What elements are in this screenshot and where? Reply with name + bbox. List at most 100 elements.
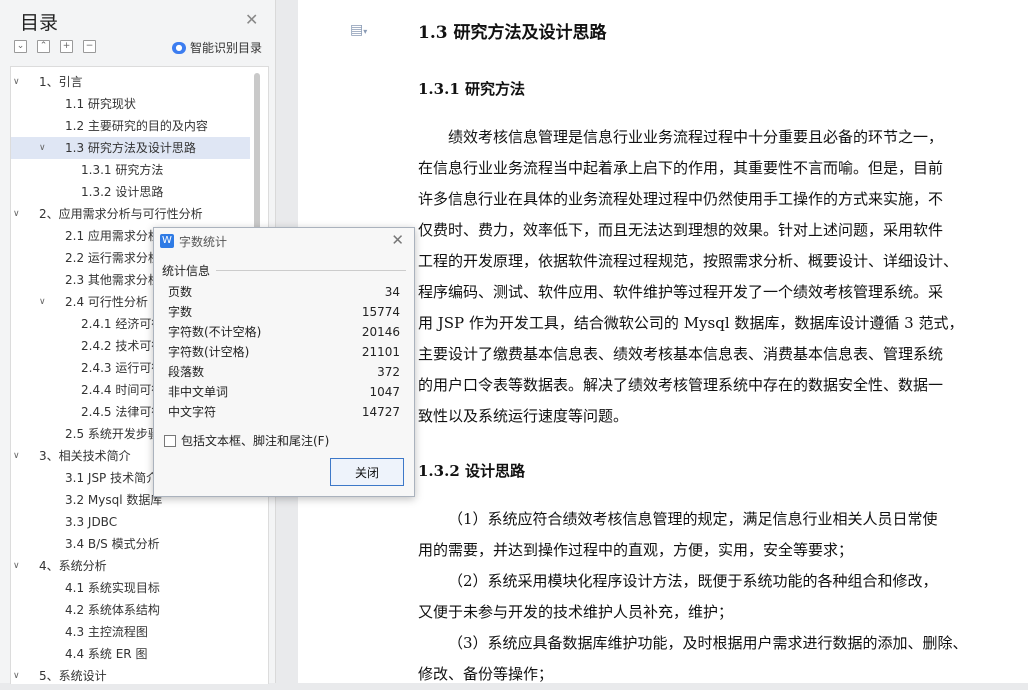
stat-value: 372 (377, 365, 400, 379)
text-line: 程序编码、测试、软件应用、软件维护等过程开发了一个绩效考核管理系统。采 (418, 283, 944, 301)
toc-item-label: 2、应用需求分析与可行性分析 (39, 207, 203, 221)
toc-item-label: 3.1 JSP 技术简介 (65, 471, 159, 485)
stats-table: 页数 34 字数 15774 字符数(不计空格) 20146 字符数(计空格) 21101 段落… (168, 282, 400, 422)
group-divider (216, 270, 406, 271)
stat-label: 段落数 (168, 365, 205, 379)
checkbox-label: 包括文本框、脚注和尾注(F) (181, 434, 330, 448)
text-line: （1）系统应符合绩效考核信息管理的规定，满足信息行业相关人员日常使 (448, 510, 938, 528)
text-line: （2）系统采用模块化程序设计方法，既便于系统功能的各种组合和修改， (448, 572, 938, 590)
chevron-down-icon[interactable]: ∨ (13, 445, 20, 467)
stat-value: 34 (384, 285, 400, 299)
toc-item[interactable]: ∨ 1.3 研究方法及设计思路 (11, 137, 250, 159)
stat-value: 21101 (361, 345, 400, 359)
stat-row: 字数 15774 (168, 302, 400, 322)
toc-item[interactable]: 4.1 系统实现目标 (11, 577, 268, 599)
remove-heading-icon[interactable]: − (83, 40, 96, 53)
paragraph-design-ideas: （1）系统应符合绩效考核信息管理的规定，满足信息行业相关人员日常使用的需要，并达… (418, 504, 974, 690)
toc-item[interactable]: 1.2 主要研究的目的及内容 (11, 115, 268, 137)
toc-item[interactable]: ∨ 1、引言 (11, 71, 268, 93)
expand-all-icon[interactable]: ⌃ (37, 40, 50, 53)
dialog-titlebar[interactable]: W 字数统计 ✕ (154, 228, 414, 254)
stat-row: 页数 34 (168, 282, 400, 302)
dialog-title: 字数统计 (179, 235, 228, 249)
text-line: 绩效考核信息管理是信息行业业务流程过程中十分重要且必备的环节之一， (448, 128, 944, 146)
toc-item-label: 4.2 系统体系结构 (65, 603, 160, 617)
checkbox-icon[interactable] (164, 434, 176, 447)
stats-group-label: 统计信息 (162, 264, 211, 278)
toc-item[interactable]: ∨ 2、应用需求分析与可行性分析 (11, 203, 268, 225)
toc-item-label: 2.2 运行需求分析 (65, 251, 160, 265)
stat-label: 非中文单词 (168, 385, 229, 399)
stat-row: 字符数(计空格) 21101 (168, 342, 400, 362)
chevron-down-icon[interactable]: ∨ (39, 291, 46, 313)
toc-item-label: 2.3 其他需求分析 (65, 273, 160, 287)
toc-item[interactable]: 3.4 B/S 模式分析 (11, 533, 268, 555)
toc-item[interactable]: 1.1 研究现状 (11, 93, 268, 115)
smart-toc-label: 智能识别目录 (190, 41, 263, 55)
text-line: 许多信息行业在具体的业务流程处理过程中仍然使用手工操作的方式来实施，不 (418, 190, 944, 208)
close-icon[interactable]: ✕ (245, 10, 258, 29)
chevron-down-icon[interactable]: ∨ (39, 137, 46, 159)
text-line: 在信息行业业务流程当中起着承上启下的作用，其重要性不言而喻。但是，目前 (418, 159, 944, 177)
toc-item-label: 3、相关技术简介 (39, 449, 131, 463)
text-line: 主要设计了缴费基本信息表、绩效考核基本信息表、消费基本信息表、管理系统 (418, 345, 944, 363)
include-textbox-checkbox[interactable]: 包括文本框、脚注和尾注(F) (164, 432, 329, 449)
chevron-down-icon[interactable]: ∨ (13, 665, 20, 684)
toc-item-label: 4.1 系统实现目标 (65, 581, 160, 595)
toc-item-label: 2.5 系统开发步骤 (65, 427, 160, 441)
word-count-dialog: W 字数统计 ✕ 统计信息 页数 34 字数 15774 字符数(不计空格) 20146 字… (153, 227, 415, 497)
section-heading: 1.3 研究方法及设计思路 (418, 23, 607, 43)
text-line: 致性以及系统运行速度等问题。 (418, 407, 629, 425)
toc-title: 目录 (20, 12, 59, 34)
add-heading-icon[interactable]: + (60, 40, 73, 53)
stat-label: 字符数(不计空格) (168, 325, 262, 339)
toc-item[interactable]: ∨ 4、系统分析 (11, 555, 268, 577)
subsection-heading-2: 1.3.2 设计思路 (418, 462, 525, 480)
toc-item[interactable]: 4.4 系统 ER 图 (11, 643, 268, 665)
toc-item[interactable]: 4.3 主控流程图 (11, 621, 268, 643)
dialog-close-icon[interactable]: ✕ (391, 231, 404, 249)
toc-item-label: 1.3.2 设计思路 (81, 185, 164, 199)
stat-label: 中文字符 (168, 405, 217, 419)
toc-item[interactable]: 4.2 系统体系结构 (11, 599, 268, 621)
toc-item[interactable]: ∨ 5、系统设计 (11, 665, 268, 684)
text-line: 的用户口令表等数据表。解决了绩效考核管理系统中存在的数据安全性、数据一 (418, 376, 944, 394)
toc-item-label: 3.4 B/S 模式分析 (65, 537, 160, 551)
wps-logo-icon: W (160, 234, 174, 248)
text-line: 修改、备份等操作； (418, 665, 554, 683)
toc-item-label: 4、系统分析 (39, 559, 107, 573)
text-line: （3）系统应具备数据库维护功能，及时根据用户需求进行数据的添加、删除、 (448, 634, 968, 652)
toc-item-label: 1.3.1 研究方法 (81, 163, 164, 177)
toc-item-label: 2.1 应用需求分析 (65, 229, 160, 243)
stat-value: 1047 (369, 385, 400, 399)
paragraph-research-method: 绩效考核信息管理是信息行业业务流程过程中十分重要且必备的环节之一， 在信息行业业务… (418, 122, 974, 432)
stat-label: 页数 (168, 285, 193, 299)
ai-icon: ● (172, 41, 186, 54)
stat-label: 字数 (168, 305, 193, 319)
close-button[interactable]: 关闭 (330, 458, 404, 486)
toc-item-label: 2.4 可行性分析 (65, 295, 148, 309)
toc-item-label: 1、引言 (39, 75, 83, 89)
toc-item-label: 3.2 Mysql 数据库 (65, 493, 163, 507)
text-line: 用的需要，并达到操作过程中的直观，方便，实用，安全等要求； (418, 541, 854, 559)
toc-item-label: 1.2 主要研究的目的及内容 (65, 119, 208, 133)
chevron-down-icon[interactable]: ∨ (13, 203, 20, 225)
collapse-all-icon[interactable]: ⌄ (14, 40, 27, 53)
stat-label: 字符数(计空格) (168, 345, 250, 359)
chevron-down-icon[interactable]: ∨ (13, 555, 20, 577)
chevron-down-icon[interactable]: ∨ (13, 71, 20, 93)
page-menu-icon[interactable]: ▤▾ (350, 22, 367, 38)
toc-item[interactable]: 1.3.1 研究方法 (11, 159, 268, 181)
stat-value: 20146 (361, 325, 400, 339)
toc-item-label: 4.3 主控流程图 (65, 625, 148, 639)
toc-item-label: 4.4 系统 ER 图 (65, 647, 148, 661)
text-line: 又便于未参与开发的技术维护人员补充，维护； (418, 603, 734, 621)
toc-item-label: 1.1 研究现状 (65, 97, 136, 111)
toc-item[interactable]: 1.3.2 设计思路 (11, 181, 268, 203)
subsection-heading-1: 1.3.1 研究方法 (418, 80, 525, 98)
smart-toc-button[interactable]: ● 智能识别目录 (172, 39, 262, 56)
toc-item-label: 5、系统设计 (39, 669, 107, 683)
toc-toolbar: ⌄ ⌃ + − (14, 40, 96, 53)
toc-item[interactable]: 3.3 JDBC (11, 511, 268, 533)
stat-value: 14727 (361, 405, 400, 419)
